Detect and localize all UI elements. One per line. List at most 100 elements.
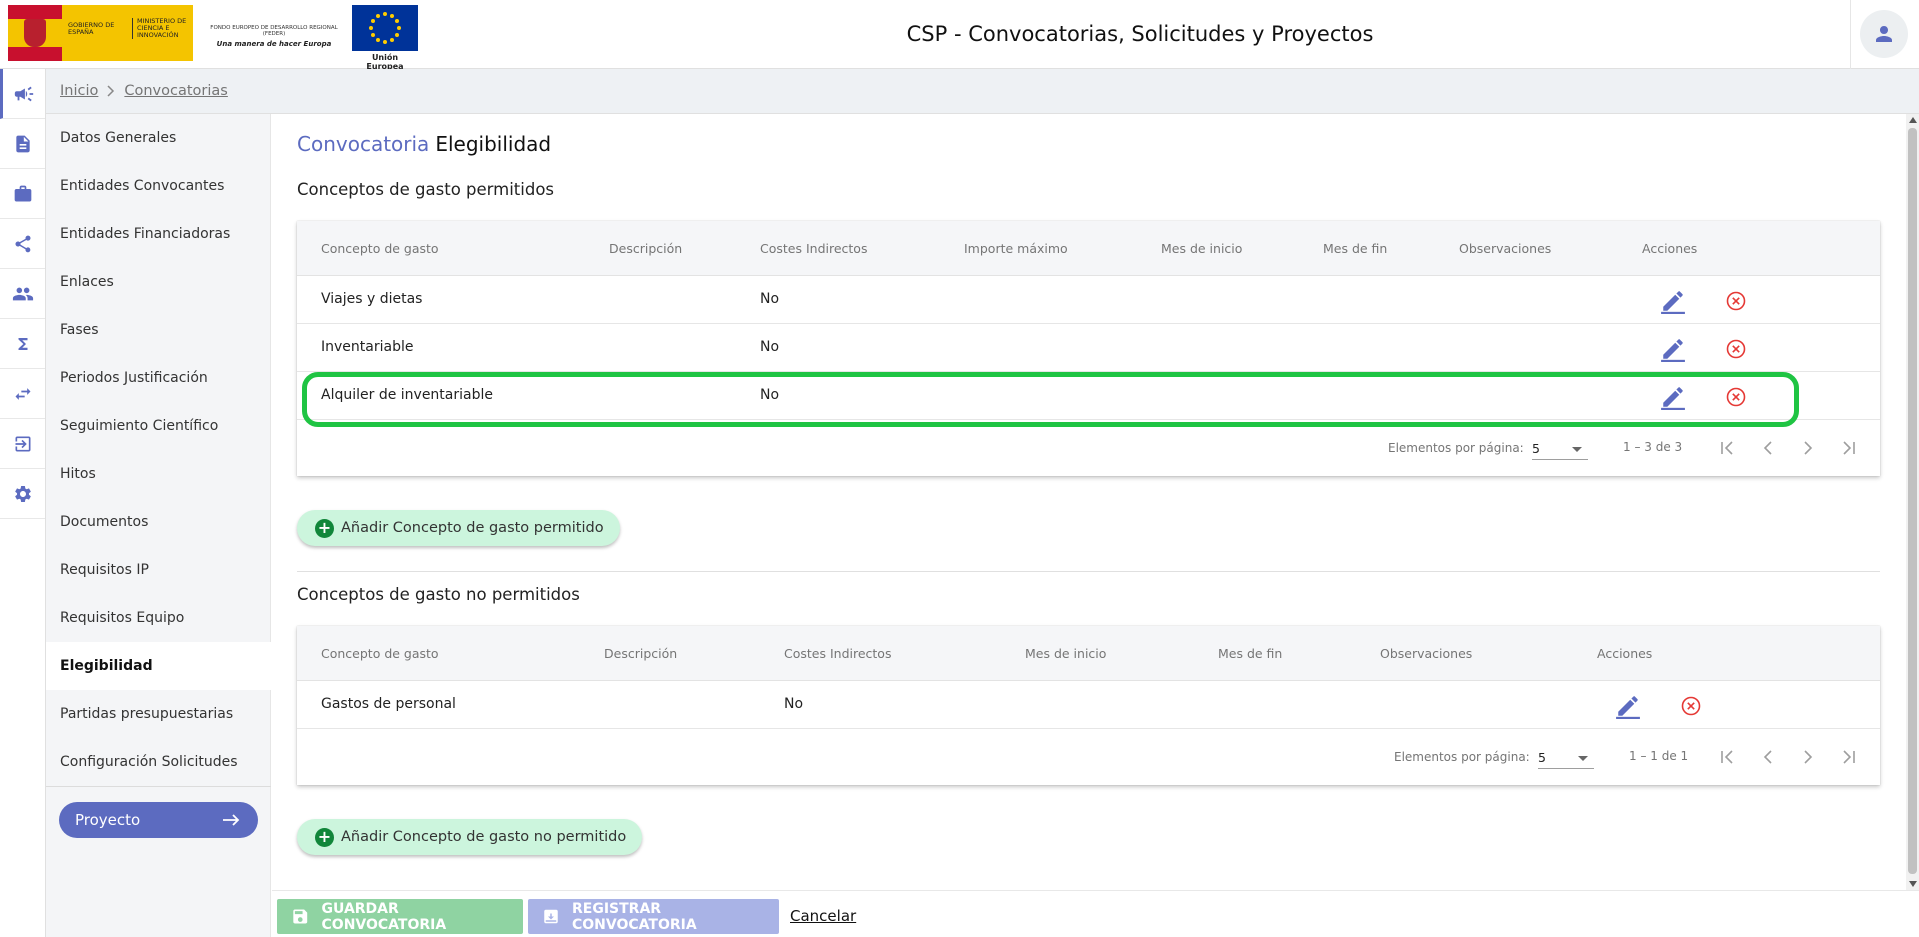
first-page-button[interactable] [1714,743,1742,771]
page-size-select[interactable]: 5 [1532,436,1588,460]
delete-icon[interactable] [1681,696,1701,716]
col-importe-maximo[interactable]: Importe máximo [964,241,1068,256]
rail-item-people[interactable] [0,269,45,319]
action-footer: GUARDAR CONVOCATORIA REGISTRAR CONVOCATO… [272,890,1919,937]
no-permitidos-table: Concepto de gasto Descripción Costes Ind… [297,626,1880,785]
subnav-item-entidades-financiadoras[interactable]: Entidades Financiadoras [46,210,271,258]
scroll-thumb[interactable] [1908,128,1917,874]
plus-icon: + [315,827,334,847]
logout-icon [15,436,30,451]
page-size-value: 5 [1532,441,1540,456]
col-observaciones[interactable]: Observaciones [1380,646,1472,661]
ministerio-text: MINISTERIO DE CIENCIA E INNOVACIÓN [132,18,192,39]
save-button[interactable]: GUARDAR CONVOCATORIA [277,899,523,934]
header-divider [1850,0,1851,69]
user-menu-button[interactable] [1860,10,1908,58]
subnav-item-enlaces[interactable]: Enlaces [46,258,271,306]
first-page-button[interactable] [1714,434,1742,462]
chevron-right-icon [1804,441,1813,455]
edit-icon[interactable] [1660,288,1686,314]
subnav-item-partidas-presupuestarias[interactable]: Partidas presupuestarias [46,690,271,738]
col-acciones: Acciones [1597,646,1653,661]
subnav-item-fases[interactable]: Fases [46,306,271,354]
no-permitidos-title: Conceptos de gasto no permitidos [297,585,580,604]
subnav-item-elegibilidad[interactable]: Elegibilidad [46,642,271,690]
subnav-item-documentos[interactable]: Documentos [46,498,271,546]
feder-logo: FONDO EUROPEO DE DESARROLLO REGIONAL (FE… [204,25,344,48]
cell-concepto: Inventariable [321,339,414,355]
subnav-item-requisitos-equipo[interactable]: Requisitos Equipo [46,594,271,642]
next-page-button[interactable] [1794,743,1822,771]
subnav-item-hitos[interactable]: Hitos [46,450,271,498]
table-header: Concepto de gasto Descripción Costes Ind… [297,626,1880,681]
col-observaciones[interactable]: Observaciones [1459,241,1551,256]
delete-icon[interactable] [1726,291,1746,311]
save-icon [293,909,308,924]
page-size-label: Elementos por página: [1388,441,1524,455]
subnav-item-periodos-justificacion[interactable]: Periodos Justificación [46,354,271,402]
subnav-item-entidades-convocantes[interactable]: Entidades Convocantes [46,162,271,210]
main-content: Convocatoria Elegibilidad Conceptos de ga… [272,114,1919,890]
col-concepto[interactable]: Concepto de gasto [321,241,439,256]
register-button[interactable]: REGISTRAR CONVOCATORIA [528,899,779,934]
prev-page-button[interactable] [1754,434,1782,462]
subnav-item-datos-generales[interactable]: Datos Generales [46,114,271,162]
chevron-left-icon [1763,750,1772,764]
rail-item-solicitudes[interactable] [0,119,45,169]
edit-icon[interactable] [1660,336,1686,362]
module-rail [0,69,46,937]
rail-item-settings[interactable] [0,469,45,519]
cell-costes: No [784,696,804,712]
cancel-link[interactable]: Cancelar [790,907,856,925]
last-page-button[interactable] [1834,743,1862,771]
permitidos-table: Concepto de gasto Descripción Costes Ind… [297,221,1880,476]
add-concepto-no-permitido-button[interactable]: + Añadir Concepto de gasto no permitido [297,819,643,855]
subnav-item-seguimiento-cientifico[interactable]: Seguimiento Científico [46,402,271,450]
cell-concepto: Viajes y dietas [321,291,423,307]
table-header: Concepto de gasto Descripción Costes Ind… [297,221,1880,276]
edit-icon[interactable] [1615,693,1641,719]
scroll-up-icon [1909,117,1917,123]
col-descripcion[interactable]: Descripción [604,646,677,661]
scroll-down-icon [1909,881,1917,887]
last-page-icon [1843,441,1855,455]
subnav-item-configuracion-solicitudes[interactable]: Configuración Solicitudes [46,738,271,786]
subnav-divider [46,786,271,787]
prev-page-button[interactable] [1754,743,1782,771]
swap-icon [15,387,30,400]
rail-item-swap[interactable] [0,369,45,419]
page-range: 1 – 1 de 1 [1629,749,1689,763]
col-mes-inicio[interactable]: Mes de inicio [1161,241,1242,256]
subnav-item-requisitos-ip[interactable]: Requisitos IP [46,546,271,594]
table-row: Gastos de personal No [297,681,1880,729]
rail-item-logout[interactable] [0,419,45,469]
rail-item-convocatorias[interactable] [0,69,45,119]
arrow-right-icon [223,814,240,826]
add-concepto-permitido-button[interactable]: + Añadir Concepto de gasto permitido [297,510,620,546]
page-size-select[interactable]: 5 [1538,745,1594,769]
col-mes-inicio[interactable]: Mes de inicio [1025,646,1106,661]
breadcrumb-convocatorias[interactable]: Convocatorias [124,83,227,99]
col-descripcion[interactable]: Descripción [609,241,682,256]
cell-concepto: Gastos de personal [321,696,456,712]
col-concepto[interactable]: Concepto de gasto [321,646,439,661]
rail-item-share[interactable] [0,219,45,269]
breadcrumb-inicio[interactable]: Inicio [60,83,98,99]
edit-icon[interactable] [1660,384,1686,410]
delete-icon[interactable] [1726,387,1746,407]
next-page-button[interactable] [1794,434,1822,462]
col-costes-indirectos[interactable]: Costes Indirectos [784,646,891,661]
col-mes-fin[interactable]: Mes de fin [1323,241,1387,256]
cell-costes: No [760,291,780,307]
paginator: Elementos por página: 5 1 – 3 de 3 [297,420,1880,476]
col-acciones: Acciones [1642,241,1698,256]
delete-icon[interactable] [1726,339,1746,359]
chevron-right-icon [107,85,115,97]
proyecto-button[interactable]: Proyecto [59,802,258,838]
col-mes-fin[interactable]: Mes de fin [1218,646,1282,661]
vertical-scrollbar[interactable] [1906,114,1919,890]
col-costes-indirectos[interactable]: Costes Indirectos [760,241,867,256]
rail-item-sigma[interactable] [0,319,45,369]
rail-item-proyectos[interactable] [0,169,45,219]
last-page-button[interactable] [1834,434,1862,462]
